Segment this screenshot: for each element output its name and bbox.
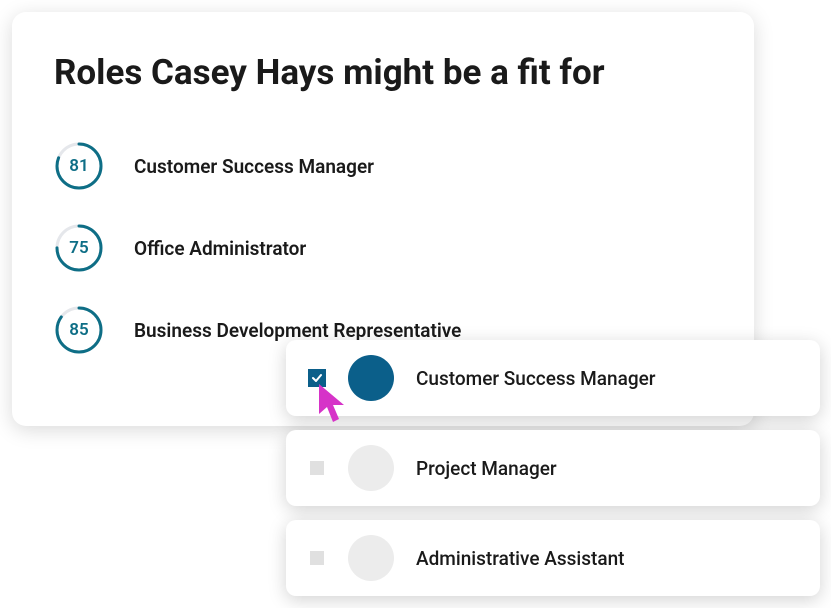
- square-icon: [310, 461, 324, 475]
- checkmark-icon: [308, 369, 326, 387]
- avatar: [348, 355, 394, 401]
- selection-label: Project Manager: [416, 457, 557, 480]
- role-row[interactable]: 75 Office Administrator: [54, 223, 712, 273]
- selection-label: Customer Success Manager: [416, 367, 656, 390]
- square-icon: [310, 551, 324, 565]
- role-label: Business Development Representative: [134, 319, 461, 342]
- score-value: 75: [54, 223, 104, 273]
- selection-card-administrative-assistant[interactable]: Administrative Assistant: [286, 520, 820, 596]
- checkbox-unchecked[interactable]: [308, 549, 326, 567]
- avatar: [348, 445, 394, 491]
- cursor-icon: [316, 382, 350, 424]
- role-label: Customer Success Manager: [134, 155, 374, 178]
- role-list: 81 Customer Success Manager 75 Office Ad…: [54, 141, 712, 355]
- selection-stack: Customer Success Manager Project Manager…: [286, 340, 820, 596]
- selection-card-project-manager[interactable]: Project Manager: [286, 430, 820, 506]
- avatar: [348, 535, 394, 581]
- selection-label: Administrative Assistant: [416, 547, 624, 570]
- role-label: Office Administrator: [134, 237, 306, 260]
- checkbox-unchecked[interactable]: [308, 459, 326, 477]
- page-title: Roles Casey Hays might be a fit for: [54, 52, 712, 93]
- score-ring: 75: [54, 223, 104, 273]
- score-ring: 81: [54, 141, 104, 191]
- score-ring: 85: [54, 305, 104, 355]
- selection-card-customer-success[interactable]: Customer Success Manager: [286, 340, 820, 416]
- score-value: 85: [54, 305, 104, 355]
- checkbox-checked[interactable]: [308, 369, 326, 387]
- role-row[interactable]: 81 Customer Success Manager: [54, 141, 712, 191]
- score-value: 81: [54, 141, 104, 191]
